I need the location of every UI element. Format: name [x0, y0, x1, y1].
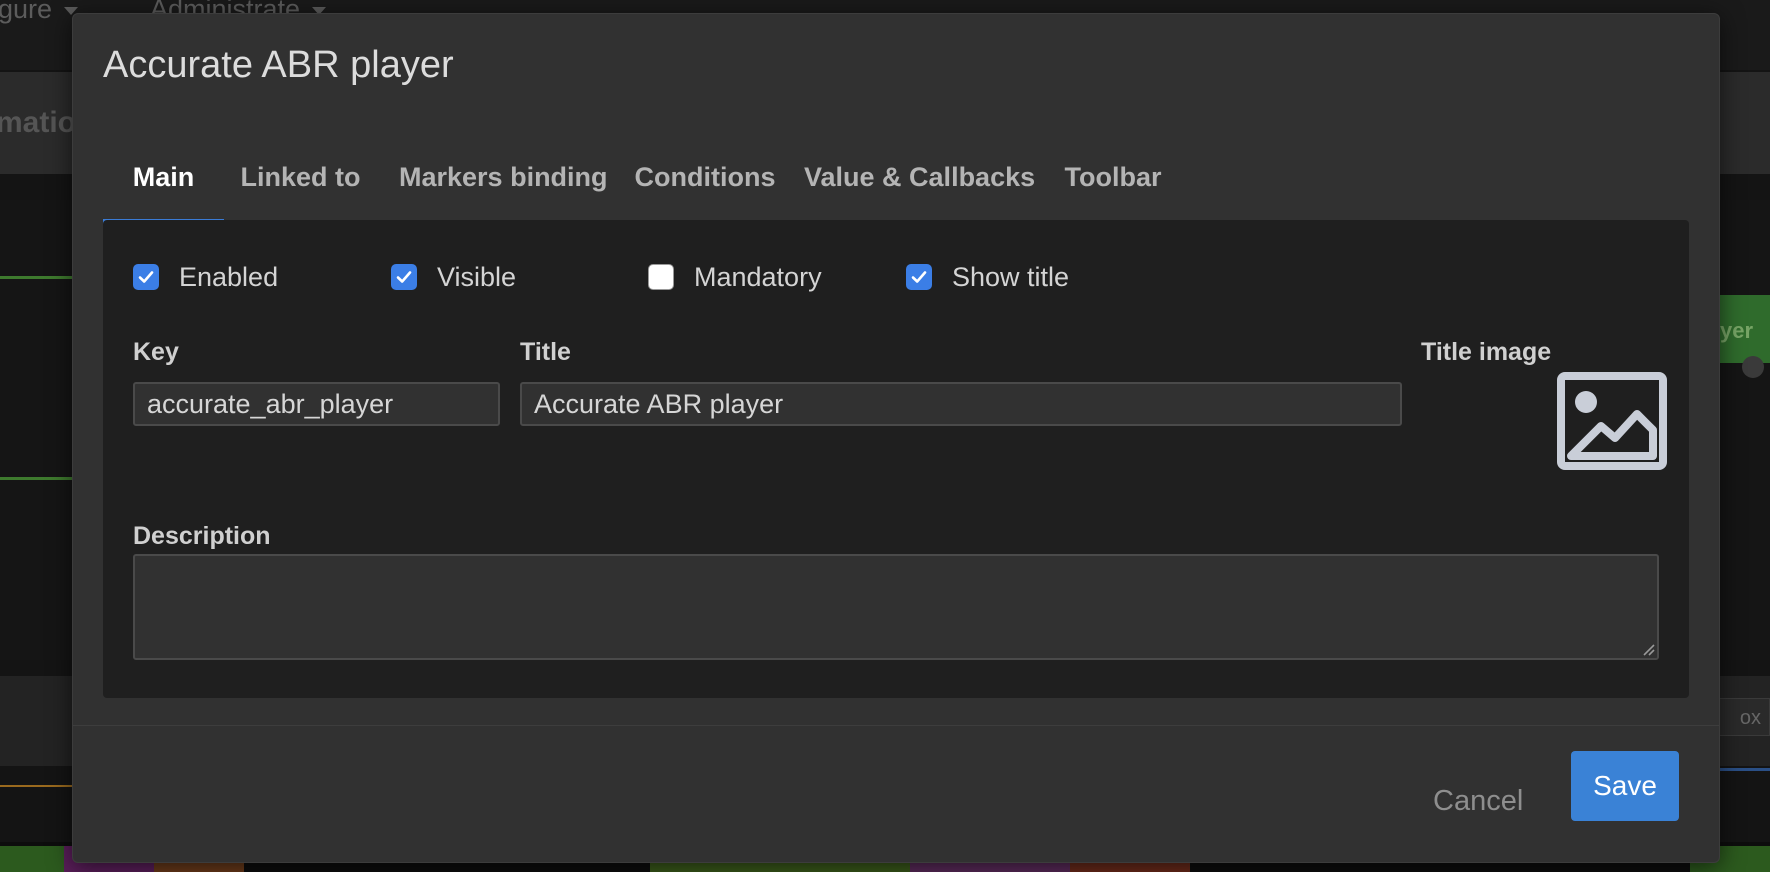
- component-settings-dialog: Accurate ABR player Main Linked to Marke…: [72, 13, 1720, 863]
- timeline-line: [1720, 768, 1770, 771]
- save-button[interactable]: Save: [1571, 751, 1679, 821]
- tab-label: Toolbar: [1064, 162, 1162, 192]
- title-label: Title: [520, 338, 571, 366]
- checkbox-unchecked-icon[interactable]: [648, 264, 674, 290]
- tab-main[interactable]: Main: [103, 134, 224, 224]
- tab-label: Conditions: [634, 162, 776, 192]
- footer-divider: [73, 725, 1719, 726]
- checkbox-label: Visible: [437, 261, 517, 292]
- tab-value-callbacks[interactable]: Value & Callbacks: [804, 134, 1036, 224]
- key-label: Key: [133, 338, 179, 366]
- mandatory-checkbox[interactable]: Mandatory: [648, 262, 822, 292]
- tab-toolbar[interactable]: Toolbar: [1063, 134, 1163, 224]
- track-segment: [0, 846, 64, 872]
- checkbox-label: Enabled: [179, 261, 279, 292]
- tab-linked-to[interactable]: Linked to: [240, 134, 361, 224]
- tab-label: Linked to: [240, 162, 361, 192]
- description-textarea[interactable]: [133, 554, 1659, 660]
- menu-configure[interactable]: gure: [0, 0, 79, 25]
- app-component-chip-label: yer: [1720, 318, 1754, 343]
- app-handle: [1742, 356, 1764, 378]
- tab-label: Value & Callbacks: [804, 162, 1036, 192]
- checkbox-label: Mandatory: [694, 261, 822, 292]
- description-label: Description: [133, 522, 271, 550]
- main-tab-panel: Enabled Visible Mandatory Show title Key…: [103, 220, 1689, 698]
- visible-checkbox[interactable]: Visible: [391, 262, 516, 292]
- resize-grip-icon[interactable]: [1641, 642, 1655, 656]
- tab-markers-binding[interactable]: Markers binding: [399, 134, 608, 224]
- app-background-button-label: ox: [1739, 707, 1761, 729]
- checkbox-checked-icon[interactable]: [133, 264, 159, 290]
- dialog-title: Accurate ABR player: [103, 44, 454, 86]
- timeline-line: [0, 785, 72, 787]
- checkbox-checked-icon[interactable]: [391, 264, 417, 290]
- enabled-checkbox[interactable]: Enabled: [133, 262, 278, 292]
- tab-label: Main: [132, 162, 195, 192]
- title-image-label: Title image: [1421, 338, 1552, 366]
- checkbox-checked-icon[interactable]: [906, 264, 932, 290]
- timeline-line: [0, 276, 72, 279]
- tab-conditions[interactable]: Conditions: [634, 134, 776, 224]
- key-input[interactable]: accurate_abr_player: [133, 382, 500, 426]
- menu-configure-label: gure: [0, 0, 53, 24]
- checkbox-label: Show title: [952, 261, 1070, 292]
- title-input[interactable]: Accurate ABR player: [520, 382, 1402, 426]
- show-title-checkbox[interactable]: Show title: [906, 262, 1069, 292]
- tab-label: Markers binding: [399, 162, 608, 192]
- app-background-button[interactable]: ox: [1712, 698, 1770, 736]
- image-placeholder-icon[interactable]: [1557, 372, 1667, 470]
- cancel-button[interactable]: Cancel: [1433, 766, 1523, 836]
- app-section-title: matio: [0, 106, 77, 139]
- timeline-line: [0, 477, 72, 480]
